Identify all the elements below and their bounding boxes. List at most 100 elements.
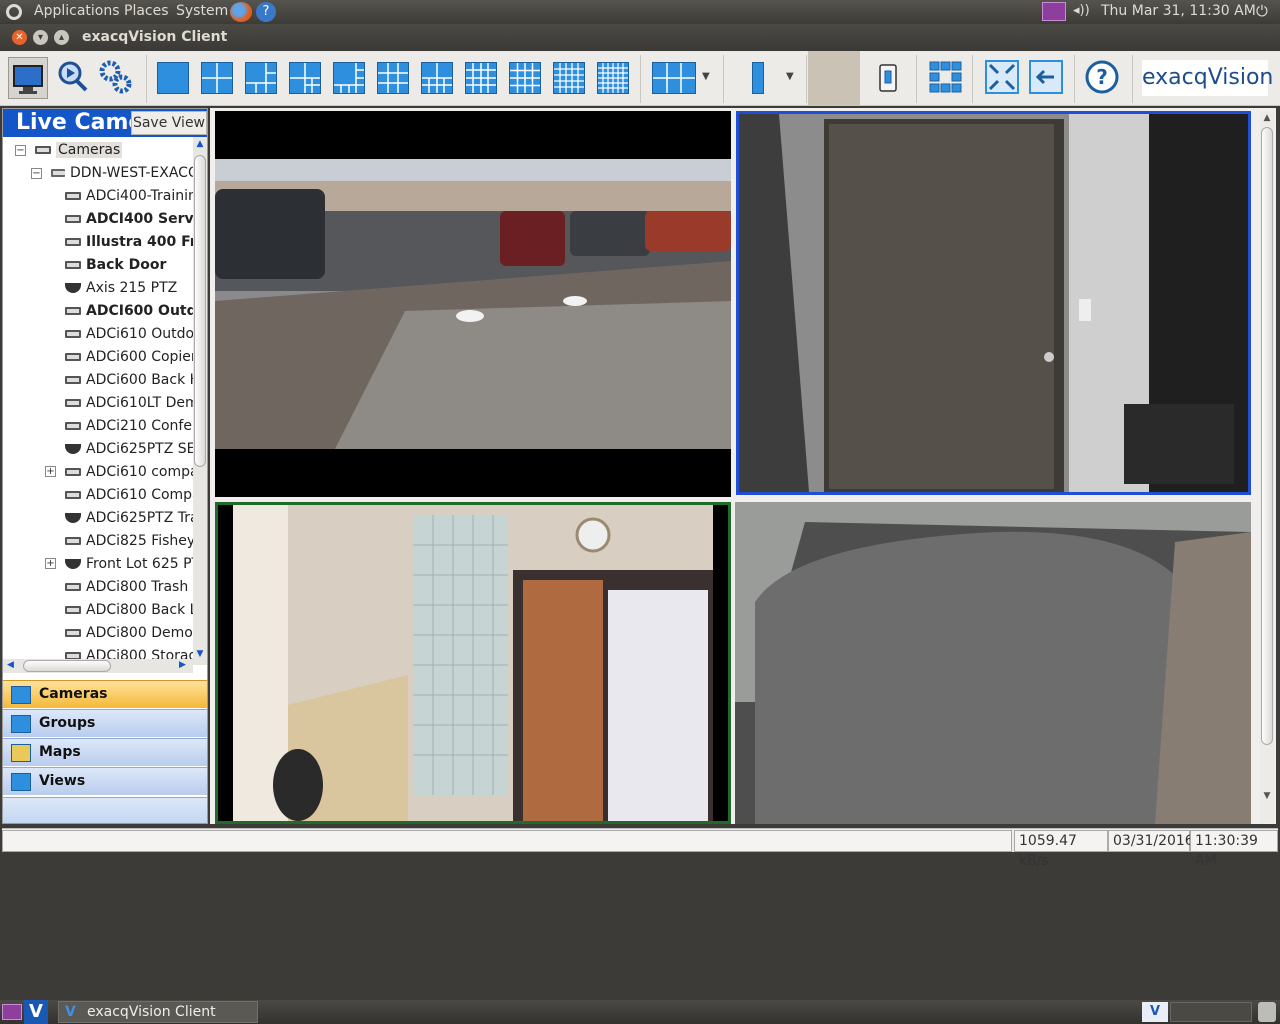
taskbar-exacqvision[interactable]: V exacqVision Client — [58, 1001, 258, 1023]
tree-camera-item[interactable]: ADCi800 Trash Can — [65, 576, 193, 598]
live-view-button[interactable] — [8, 57, 48, 99]
minimize-window-icon[interactable]: ▾ — [33, 30, 48, 45]
layout-1plus12-button[interactable] — [465, 62, 497, 94]
tree-camera-item[interactable]: ADCi625PTZ Training — [65, 507, 193, 529]
search-playback-button[interactable] — [52, 57, 92, 99]
scroll-right-arrow-icon[interactable]: ▶ — [179, 660, 186, 670]
scroll-down-arrow-icon[interactable]: ▼ — [193, 649, 207, 659]
tree-camera-item[interactable]: ADCi610 Compact — [65, 484, 193, 506]
layout-1x1-button[interactable] — [157, 62, 189, 94]
trash-icon[interactable] — [1258, 1002, 1276, 1022]
tree-camera-item[interactable]: ADCi800 Demo — [65, 622, 193, 644]
maximize-window-icon[interactable]: ▴ — [54, 30, 69, 45]
tree-camera-item[interactable]: Axis 215 PTZ — [65, 277, 177, 299]
menu-applications[interactable]: Applications — [34, 3, 120, 19]
layout-dropdown-arrow-icon[interactable]: ▼ — [702, 71, 710, 82]
expand-camera-icon[interactable]: + — [45, 466, 56, 477]
tree-camera-item[interactable]: ADCi825 Fisheye — [65, 530, 193, 552]
video-grid: ▲ ▼ — [210, 108, 1276, 824]
video-scroll-up-icon[interactable]: ▲ — [1260, 113, 1274, 123]
workspace-switcher-icon[interactable]: V — [1142, 1002, 1168, 1022]
tree-root-cameras[interactable]: Cameras — [35, 139, 123, 161]
tree-camera-item[interactable]: ADCi625PTZ SE — [65, 438, 193, 460]
tree-camera-item[interactable]: Back Door — [65, 254, 166, 276]
tree-camera-item[interactable]: ADCi800 Back Lot — [65, 599, 193, 621]
tree-camera-item[interactable]: ADCi610 compact — [65, 461, 193, 483]
tree-camera-item[interactable]: ADCI600 Outdoor — [65, 300, 193, 322]
video-tile-reception[interactable] — [215, 502, 731, 824]
layout-more-button[interactable] — [652, 62, 696, 94]
layout-2plus8-button[interactable] — [421, 62, 453, 94]
tree-server[interactable]: DDN-WEST-EXACQ — [51, 162, 193, 184]
indicator-messages-icon[interactable] — [1042, 2, 1066, 21]
sequence-button[interactable] — [868, 57, 908, 99]
camera-icon — [65, 606, 81, 614]
video-tile-back-door[interactable] — [736, 111, 1251, 495]
camera-icon — [65, 399, 81, 407]
vertical-scroll-thumb[interactable] — [194, 155, 206, 467]
exacqvision-launcher-icon[interactable]: V — [24, 1000, 48, 1024]
help-icon[interactable]: ? — [256, 2, 276, 22]
tree-camera-item[interactable]: Illustra 400 Front — [65, 231, 193, 253]
stream-dropdown-arrow-icon[interactable]: ▼ — [786, 71, 794, 82]
collapse-cameras-icon[interactable]: − — [15, 145, 26, 156]
power-icon[interactable]: ⏻ — [1256, 2, 1268, 20]
video-scrollbar[interactable]: ▲ ▼ — [1260, 111, 1274, 823]
layout-1plus3-button[interactable] — [289, 62, 321, 94]
layout-1plus5-button[interactable] — [245, 62, 277, 94]
nav-groups-button[interactable]: Groups — [3, 709, 207, 737]
tree-camera-item[interactable]: Front Lot 625 PTZ — [65, 553, 193, 575]
tree-camera-item[interactable]: ADCi210 Conference — [65, 415, 193, 437]
video-scroll-down-icon[interactable]: ▼ — [1260, 791, 1274, 801]
firefox-icon[interactable] — [230, 2, 252, 22]
expand-camera-icon[interactable]: + — [45, 558, 56, 569]
toolbar-separator — [1074, 55, 1075, 103]
tree-camera-label: Axis 215 PTZ — [86, 280, 178, 296]
camera-icon — [65, 491, 81, 499]
toolbar-separator — [972, 55, 973, 103]
clock[interactable]: Thu Mar 31, 11:30 AM — [1101, 3, 1256, 19]
layout-1plus7-button[interactable] — [333, 62, 365, 94]
stream-select-button[interactable] — [752, 62, 764, 94]
save-view-button[interactable]: Save View — [131, 111, 207, 135]
exit-button[interactable] — [1026, 57, 1066, 99]
video-tile-floor[interactable] — [735, 502, 1251, 824]
top-panel: Applications Places System ? ◂)) Thu Mar… — [0, 0, 1280, 24]
tree-camera-item[interactable]: ADCI400 Server — [65, 208, 193, 230]
fullscreen-button[interactable] — [982, 57, 1022, 99]
tree-camera-item[interactable]: ADCi600 Back Hall — [65, 369, 193, 391]
tree-camera-item[interactable]: ADCi610 Outdoor — [65, 323, 193, 345]
show-desktop-icon[interactable] — [2, 1004, 22, 1020]
reception-feed — [233, 505, 713, 821]
volume-icon[interactable]: ◂)) — [1073, 3, 1090, 18]
nav-views-button[interactable]: Views — [3, 767, 207, 795]
help-button[interactable]: ? — [1082, 57, 1122, 99]
nav-footer — [3, 797, 207, 823]
layout-3x3-button[interactable] — [377, 62, 409, 94]
layout-2x2-button[interactable] — [201, 62, 233, 94]
scroll-up-arrow-icon[interactable]: ▲ — [193, 139, 207, 149]
tree-camera-item[interactable]: ADCi400-Training — [65, 185, 193, 207]
config-button[interactable] — [96, 57, 136, 99]
video-tile-parking-lot[interactable] — [215, 111, 731, 497]
horizontal-scroll-thumb[interactable] — [23, 660, 111, 672]
layout-6x6-button[interactable] — [597, 62, 629, 94]
workspace-switcher-empty[interactable] — [1170, 1002, 1252, 1022]
layout-5x5-button[interactable] — [553, 62, 585, 94]
close-window-icon[interactable]: ✕ — [12, 30, 27, 45]
collapse-server-icon[interactable]: − — [31, 168, 42, 179]
menu-places[interactable]: Places — [124, 3, 169, 19]
menu-system[interactable]: System — [176, 3, 228, 19]
layout-4x4-button[interactable] — [509, 62, 541, 94]
tree-horizontal-scrollbar[interactable]: ◀ ▶ — [3, 659, 193, 673]
nav-maps-button[interactable]: Maps — [3, 738, 207, 766]
tree-camera-item[interactable]: ADCi600 Copier — [65, 346, 193, 368]
scroll-left-arrow-icon[interactable]: ◀ — [7, 660, 14, 670]
camera-select-button[interactable] — [926, 57, 966, 99]
nav-cameras-button[interactable]: Cameras — [3, 680, 207, 708]
ubuntu-logo-icon[interactable] — [6, 4, 22, 20]
floor-feed — [735, 502, 1251, 824]
video-scroll-thumb[interactable] — [1261, 127, 1273, 745]
tree-vertical-scrollbar[interactable]: ▲ ▼ — [193, 137, 207, 665]
tree-camera-item[interactable]: ADCi610LT Demo — [65, 392, 193, 414]
